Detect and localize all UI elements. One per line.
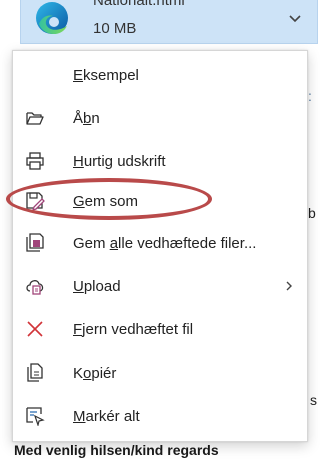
attachment-file-size: 10 MB — [93, 20, 137, 37]
chevron-down-icon[interactable] — [287, 10, 303, 26]
menu-item-quick-print[interactable]: Hurtig udskrift — [13, 141, 307, 181]
attachment-context-menu: Eksempel Åbn Hurtig udskrift Gem som Gem… — [12, 50, 308, 442]
menu-item-label: Gem alle vedhæftede filer... — [73, 234, 257, 252]
attachment-file-name: Nationalt.html — [93, 0, 185, 9]
menu-item-label: Åbn — [73, 109, 100, 127]
menu-item-preview[interactable]: Eksempel — [13, 55, 307, 95]
menu-item-upload[interactable]: Upload — [13, 266, 307, 306]
menu-item-save-all-attachments[interactable]: Gem alle vedhæftede filer... — [13, 223, 307, 263]
menu-item-label: Hurtig udskrift — [73, 152, 166, 170]
attachment-chip[interactable]: Nationalt.html 10 MB — [20, 0, 318, 44]
background-text-fragment: b — [308, 205, 316, 221]
copy-icon — [27, 363, 43, 382]
background-text-fragment: s — [310, 392, 317, 408]
menu-item-open[interactable]: Åbn — [13, 98, 307, 138]
highlight-annotation — [6, 178, 212, 220]
menu-item-select-all[interactable]: Markér alt — [13, 396, 307, 436]
menu-item-label: Kopiér — [73, 364, 117, 382]
menu-item-label: Eksempel — [73, 66, 139, 84]
printer-icon — [26, 152, 44, 170]
upload-icon — [26, 280, 44, 295]
select-all-icon — [26, 407, 45, 426]
folder-open-icon — [26, 112, 44, 125]
edge-icon — [36, 2, 68, 35]
remove-icon — [27, 321, 43, 337]
background-text-fragment: : — [308, 88, 312, 104]
menu-item-remove-attachment[interactable]: Fjern vedhæftet fil — [13, 309, 307, 349]
email-signature: Med venlig hilsen/kind regards — [14, 442, 219, 458]
save-all-icon — [26, 233, 44, 252]
chevron-right-icon — [286, 281, 292, 291]
menu-item-label: Markér alt — [73, 407, 140, 425]
menu-item-copy[interactable]: Kopiér — [13, 353, 307, 393]
menu-item-label: Upload — [73, 277, 121, 295]
menu-item-label: Fjern vedhæftet fil — [73, 320, 194, 338]
